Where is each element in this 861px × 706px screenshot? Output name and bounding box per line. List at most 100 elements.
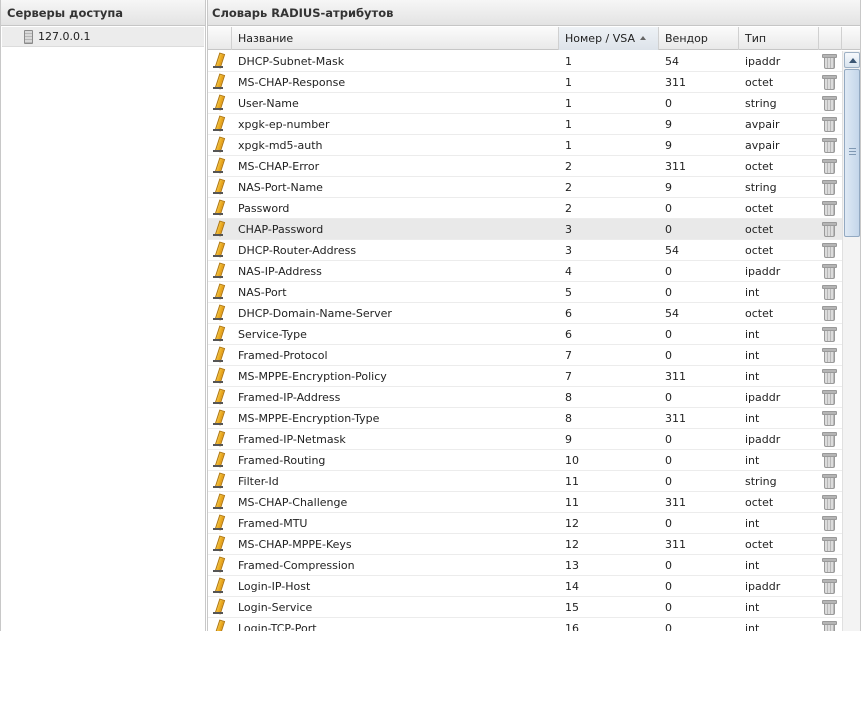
table-row[interactable]: Filter-Id 11 0 string	[208, 471, 842, 492]
edit-pencil-icon[interactable]	[212, 200, 226, 215]
table-row[interactable]: DHCP-Domain-Name-Server 6 54 octet	[208, 303, 842, 324]
table-row[interactable]: Framed-IP-Netmask 9 0 ipaddr	[208, 429, 842, 450]
table-row[interactable]: Login-Service 15 0 int	[208, 597, 842, 618]
trash-icon[interactable]	[822, 74, 837, 90]
edit-pencil-icon[interactable]	[212, 158, 226, 173]
trash-icon[interactable]	[822, 242, 837, 258]
table-row[interactable]: Login-IP-Host 14 0 ipaddr	[208, 576, 842, 597]
edit-pencil-icon[interactable]	[212, 494, 226, 509]
server-item[interactable]: 127.0.0.1	[2, 27, 204, 47]
attribute-vendor: 0	[665, 433, 672, 446]
table-row[interactable]: Framed-IP-Address 8 0 ipaddr	[208, 387, 842, 408]
table-row[interactable]: CHAP-Password 3 0 octet	[208, 219, 842, 240]
edit-pencil-icon[interactable]	[212, 389, 226, 404]
trash-icon[interactable]	[822, 557, 837, 573]
vertical-scrollbar[interactable]	[842, 51, 860, 631]
table-row[interactable]: Framed-MTU 12 0 int	[208, 513, 842, 534]
scroll-up-button[interactable]	[844, 52, 860, 68]
trash-icon[interactable]	[822, 578, 837, 594]
table-row[interactable]: User-Name 1 0 string	[208, 93, 842, 114]
attribute-type: int	[745, 286, 760, 299]
trash-icon[interactable]	[822, 137, 837, 153]
table-row[interactable]: MS-CHAP-Error 2 311 octet	[208, 156, 842, 177]
column-header-vendor[interactable]: Вендор	[659, 27, 739, 50]
trash-icon[interactable]	[822, 347, 837, 363]
edit-pencil-icon[interactable]	[212, 599, 226, 614]
column-header-name[interactable]: Название	[232, 27, 559, 50]
table-row[interactable]: MS-MPPE-Encryption-Policy 7 311 int	[208, 366, 842, 387]
table-row[interactable]: Login-TCP-Port 16 0 int	[208, 618, 842, 631]
trash-icon[interactable]	[822, 221, 837, 237]
trash-icon[interactable]	[822, 263, 837, 279]
table-row[interactable]: MS-CHAP-Challenge 11 311 octet	[208, 492, 842, 513]
edit-cell	[208, 492, 232, 512]
edit-pencil-icon[interactable]	[212, 305, 226, 320]
column-header-type[interactable]: Тип	[739, 27, 819, 50]
attribute-vendor: 0	[665, 559, 672, 572]
edit-pencil-icon[interactable]	[212, 95, 226, 110]
column-header-number[interactable]: Номер / VSA	[559, 27, 659, 50]
edit-pencil-icon[interactable]	[212, 368, 226, 383]
table-row[interactable]: MS-MPPE-Encryption-Type 8 311 int	[208, 408, 842, 429]
trash-icon[interactable]	[822, 326, 837, 342]
edit-pencil-icon[interactable]	[212, 620, 226, 631]
edit-cell	[208, 198, 232, 218]
table-row[interactable]: NAS-IP-Address 4 0 ipaddr	[208, 261, 842, 282]
edit-pencil-icon[interactable]	[212, 410, 226, 425]
trash-icon[interactable]	[822, 95, 837, 111]
attribute-type: string	[745, 181, 777, 194]
edit-pencil-icon[interactable]	[212, 473, 226, 488]
edit-pencil-icon[interactable]	[212, 116, 226, 131]
table-row[interactable]: MS-CHAP-Response 1 311 octet	[208, 72, 842, 93]
trash-icon[interactable]	[822, 431, 837, 447]
edit-pencil-icon[interactable]	[212, 578, 226, 593]
edit-pencil-icon[interactable]	[212, 326, 226, 341]
edit-pencil-icon[interactable]	[212, 515, 226, 530]
edit-pencil-icon[interactable]	[212, 74, 226, 89]
edit-pencil-icon[interactable]	[212, 137, 226, 152]
edit-pencil-icon[interactable]	[212, 284, 226, 299]
edit-pencil-icon[interactable]	[212, 242, 226, 257]
edit-pencil-icon[interactable]	[212, 452, 226, 467]
trash-icon[interactable]	[822, 410, 837, 426]
trash-icon[interactable]	[822, 536, 837, 552]
trash-icon[interactable]	[822, 284, 837, 300]
trash-icon[interactable]	[822, 389, 837, 405]
trash-icon[interactable]	[822, 620, 837, 631]
table-row[interactable]: NAS-Port-Name 2 9 string	[208, 177, 842, 198]
table-row[interactable]: MS-CHAP-MPPE-Keys 12 311 octet	[208, 534, 842, 555]
table-row[interactable]: DHCP-Router-Address 3 54 octet	[208, 240, 842, 261]
table-row[interactable]: DHCP-Subnet-Mask 1 54 ipaddr	[208, 51, 842, 72]
trash-icon[interactable]	[822, 473, 837, 489]
edit-pencil-icon[interactable]	[212, 53, 226, 68]
trash-icon[interactable]	[822, 452, 837, 468]
trash-icon[interactable]	[822, 515, 837, 531]
server-icon	[24, 30, 33, 44]
table-row[interactable]: xpgk-md5-auth 1 9 avpair	[208, 135, 842, 156]
trash-icon[interactable]	[822, 158, 837, 174]
scroll-thumb[interactable]	[844, 69, 860, 237]
trash-icon[interactable]	[822, 305, 837, 321]
trash-icon[interactable]	[822, 599, 837, 615]
table-row[interactable]: xpgk-ep-number 1 9 avpair	[208, 114, 842, 135]
trash-icon[interactable]	[822, 53, 837, 69]
trash-icon[interactable]	[822, 494, 837, 510]
edit-pencil-icon[interactable]	[212, 263, 226, 278]
edit-pencil-icon[interactable]	[212, 179, 226, 194]
edit-pencil-icon[interactable]	[212, 347, 226, 362]
edit-pencil-icon[interactable]	[212, 557, 226, 572]
table-row[interactable]: NAS-Port 5 0 int	[208, 282, 842, 303]
attribute-name: MS-CHAP-Response	[238, 76, 346, 89]
edit-pencil-icon[interactable]	[212, 536, 226, 551]
trash-icon[interactable]	[822, 368, 837, 384]
table-row[interactable]: Service-Type 6 0 int	[208, 324, 842, 345]
table-row[interactable]: Framed-Protocol 7 0 int	[208, 345, 842, 366]
table-row[interactable]: Framed-Routing 10 0 int	[208, 450, 842, 471]
trash-icon[interactable]	[822, 179, 837, 195]
trash-icon[interactable]	[822, 200, 837, 216]
trash-icon[interactable]	[822, 116, 837, 132]
edit-pencil-icon[interactable]	[212, 221, 226, 236]
table-row[interactable]: Password 2 0 octet	[208, 198, 842, 219]
edit-pencil-icon[interactable]	[212, 431, 226, 446]
table-row[interactable]: Framed-Compression 13 0 int	[208, 555, 842, 576]
